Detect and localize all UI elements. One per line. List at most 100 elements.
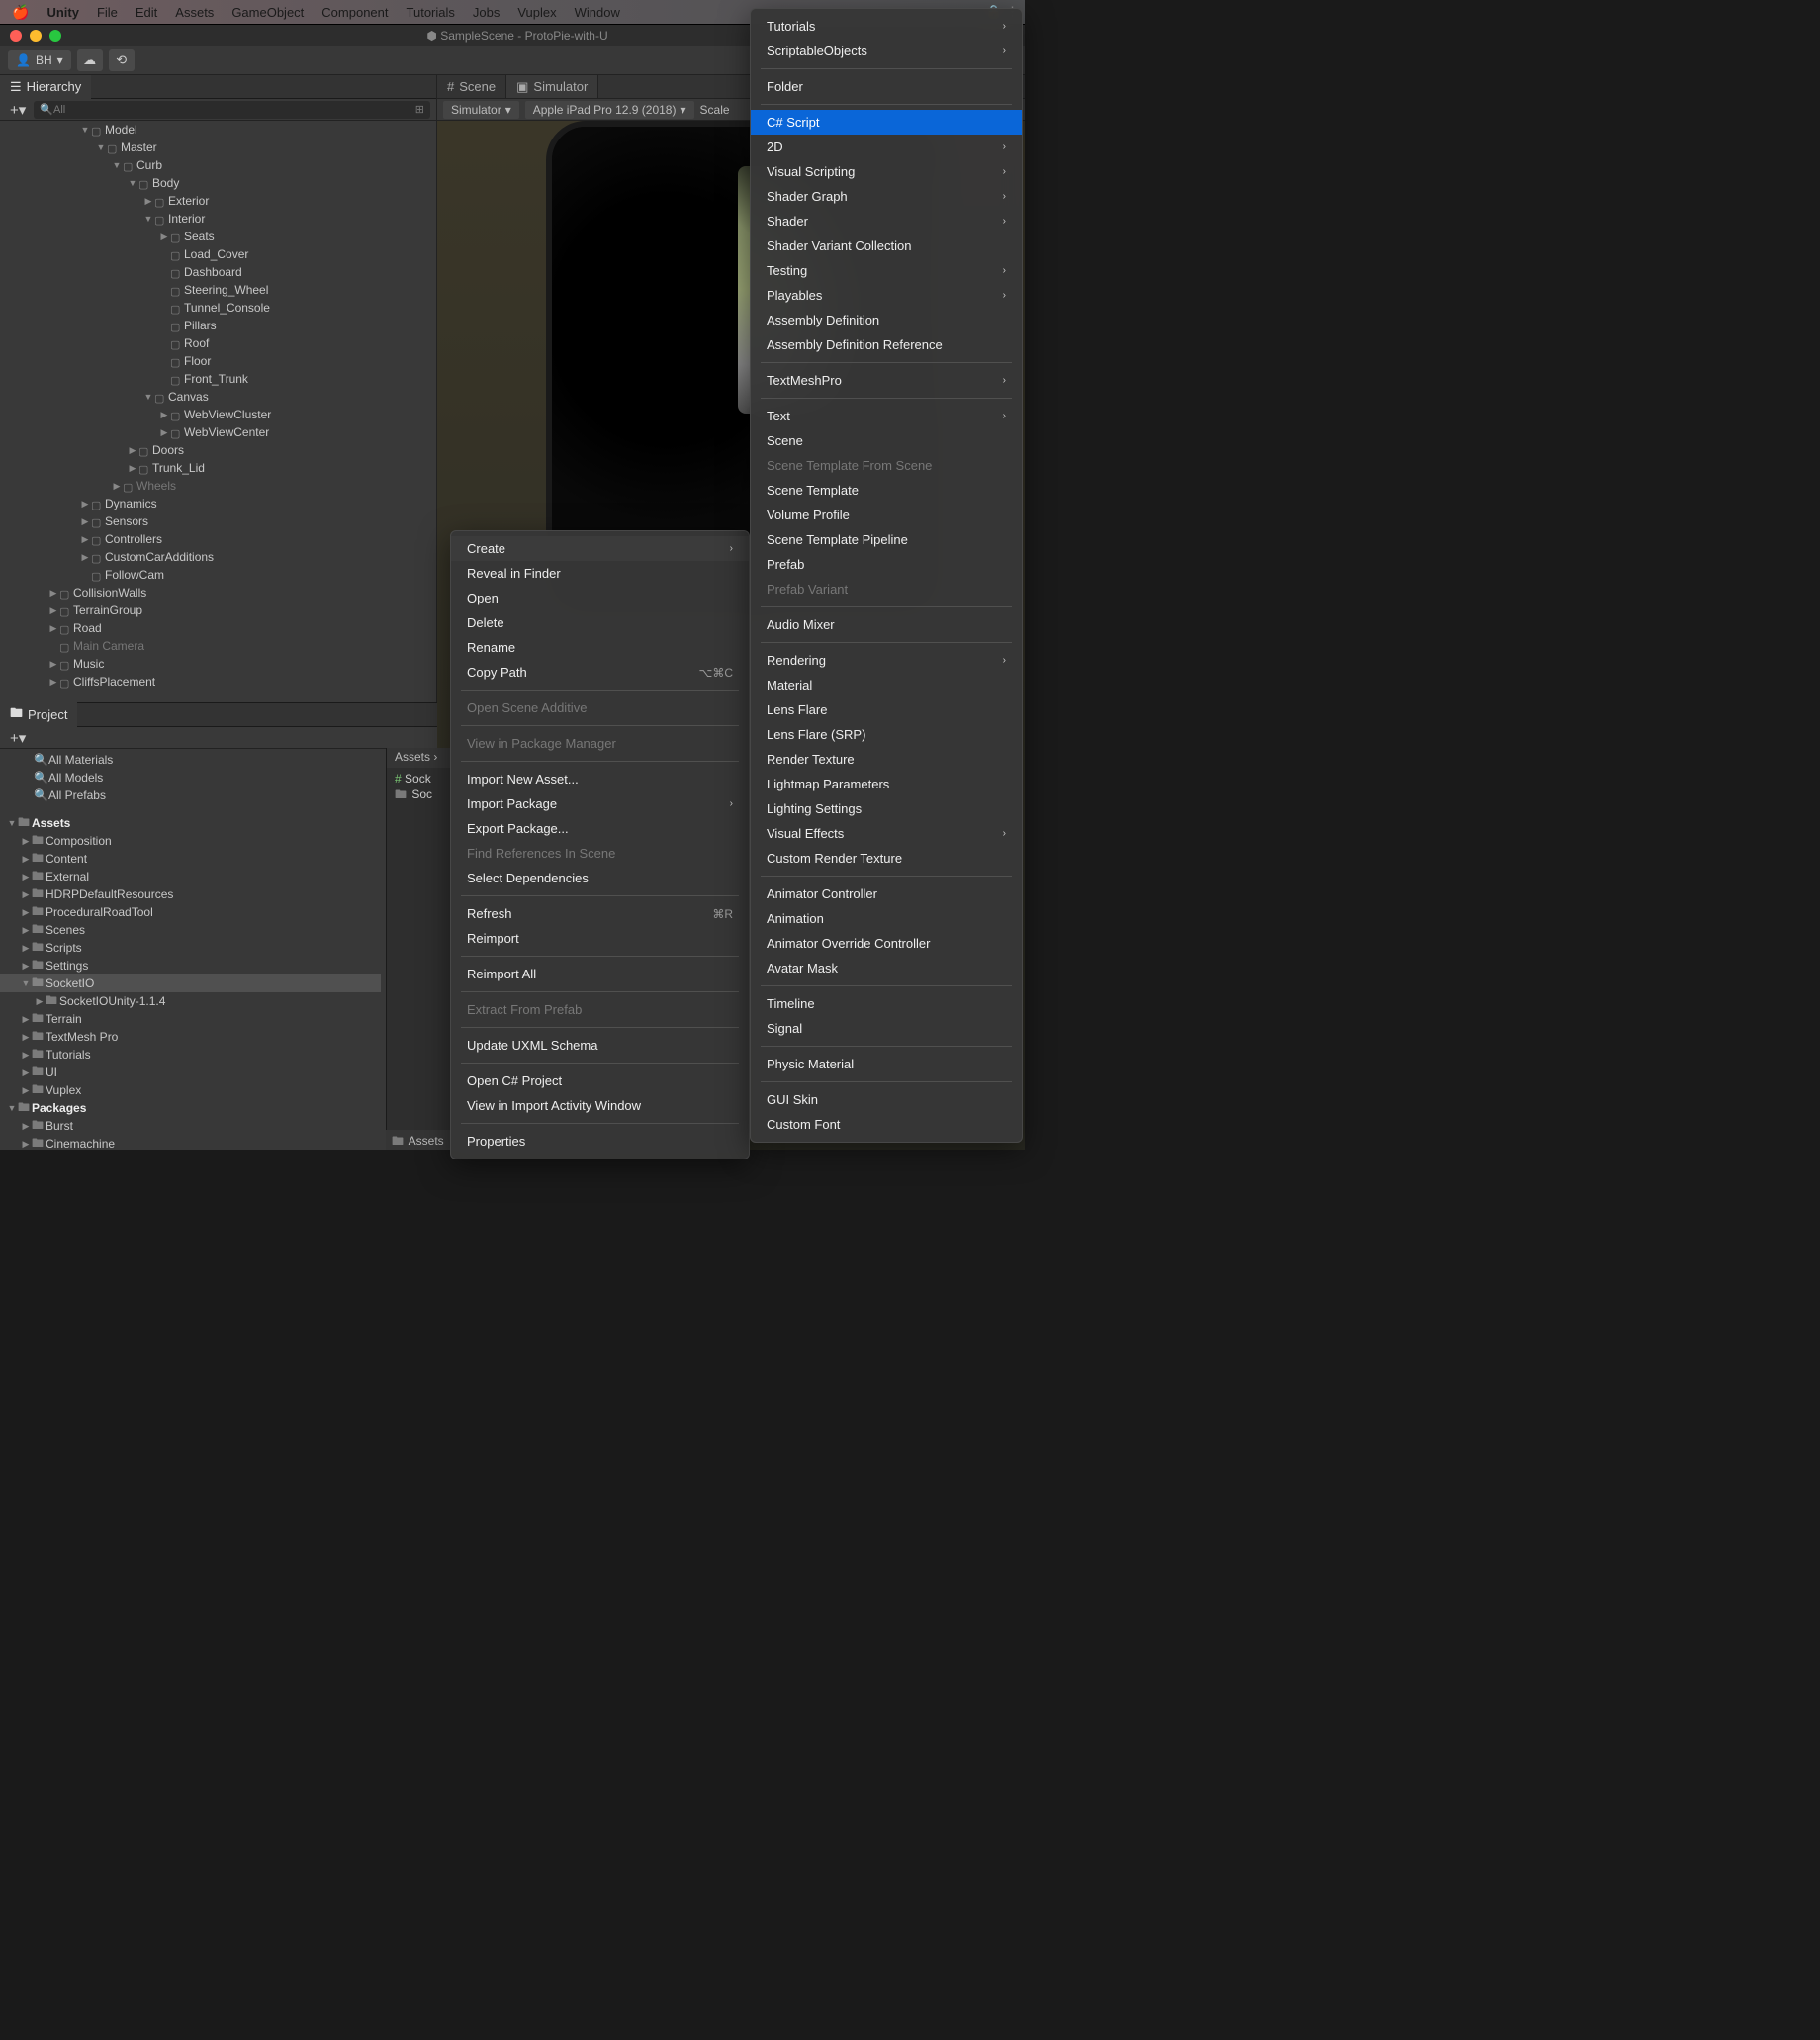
hierarchy-item[interactable]: Roof bbox=[0, 334, 436, 352]
menu-item[interactable]: Animation bbox=[751, 906, 1022, 931]
hierarchy-item[interactable]: Controllers bbox=[0, 530, 436, 548]
project-item[interactable]: Content bbox=[0, 850, 381, 868]
menu-item[interactable]: Create› bbox=[451, 536, 749, 561]
expand-arrow-icon[interactable] bbox=[142, 214, 154, 224]
expand-arrow-icon[interactable] bbox=[79, 499, 91, 510]
menu-item[interactable]: Scene Template Pipeline bbox=[751, 527, 1022, 552]
menu-item[interactable]: Shader Variant Collection bbox=[751, 233, 1022, 258]
project-item[interactable]: UI bbox=[0, 1064, 381, 1081]
project-context-menu[interactable]: Create›Reveal in FinderOpenDeleteRenameC… bbox=[450, 530, 750, 1159]
menubar-edit[interactable]: Edit bbox=[136, 5, 157, 20]
project-item[interactable]: Settings bbox=[0, 957, 381, 974]
menu-item[interactable]: Update UXML Schema bbox=[451, 1033, 749, 1058]
menu-item[interactable]: Delete bbox=[451, 610, 749, 635]
project-item[interactable]: 🔍 All Models bbox=[0, 769, 381, 787]
hierarchy-item[interactable]: Dashboard bbox=[0, 263, 436, 281]
project-item[interactable]: Terrain bbox=[0, 1010, 381, 1028]
menu-item[interactable]: TextMeshPro› bbox=[751, 368, 1022, 393]
menu-item[interactable]: Testing› bbox=[751, 258, 1022, 283]
project-item[interactable]: Vuplex bbox=[0, 1081, 381, 1099]
hierarchy-item[interactable]: Wheels bbox=[0, 477, 436, 495]
assets-file-list[interactable]: # Sock Soc bbox=[387, 768, 450, 810]
expand-arrow-icon[interactable] bbox=[79, 125, 91, 135]
menu-item[interactable]: Lens Flare bbox=[751, 697, 1022, 722]
menu-item[interactable]: Audio Mixer bbox=[751, 612, 1022, 637]
expand-arrow-icon[interactable] bbox=[20, 889, 32, 900]
project-item[interactable]: Tutorials bbox=[0, 1046, 381, 1064]
menu-item[interactable]: GUI Skin bbox=[751, 1087, 1022, 1112]
expand-arrow-icon[interactable] bbox=[79, 534, 91, 545]
hierarchy-item[interactable]: Music bbox=[0, 655, 436, 673]
menu-item[interactable]: Animator Controller bbox=[751, 881, 1022, 906]
hierarchy-item[interactable]: WebViewCenter bbox=[0, 423, 436, 441]
expand-arrow-icon[interactable] bbox=[47, 588, 59, 599]
simulator-dropdown[interactable]: Simulator▾ bbox=[443, 101, 519, 119]
menu-item[interactable]: View in Import Activity Window bbox=[451, 1093, 749, 1118]
expand-arrow-icon[interactable] bbox=[127, 445, 138, 456]
menu-item[interactable]: Select Dependencies bbox=[451, 866, 749, 890]
menu-item[interactable]: Lighting Settings bbox=[751, 796, 1022, 821]
hierarchy-item[interactable]: Model bbox=[0, 121, 436, 139]
minimize-window-button[interactable] bbox=[30, 30, 42, 42]
maximize-window-button[interactable] bbox=[49, 30, 61, 42]
add-gameobject-button[interactable]: +▾ bbox=[6, 101, 30, 119]
menubar-gameobject[interactable]: GameObject bbox=[231, 5, 304, 20]
menu-item[interactable]: Volume Profile bbox=[751, 503, 1022, 527]
project-item[interactable]: Packages bbox=[0, 1099, 381, 1117]
expand-arrow-icon[interactable] bbox=[20, 1085, 32, 1096]
project-item[interactable]: SocketIOUnity-1.1.4 bbox=[0, 992, 381, 1010]
project-item[interactable]: Cinemachine bbox=[0, 1135, 381, 1150]
menu-item[interactable]: Visual Effects› bbox=[751, 821, 1022, 846]
hierarchy-item[interactable]: Curb bbox=[0, 156, 436, 174]
expand-arrow-icon[interactable] bbox=[20, 943, 32, 954]
expand-arrow-icon[interactable] bbox=[6, 1103, 18, 1113]
expand-arrow-icon[interactable] bbox=[6, 818, 18, 828]
hierarchy-item[interactable]: Steering_Wheel bbox=[0, 281, 436, 299]
expand-arrow-icon[interactable] bbox=[34, 996, 46, 1007]
project-item[interactable]: Burst bbox=[0, 1117, 381, 1135]
menu-item[interactable]: Signal bbox=[751, 1016, 1022, 1041]
menubar-jobs[interactable]: Jobs bbox=[473, 5, 500, 20]
expand-arrow-icon[interactable] bbox=[95, 142, 107, 152]
menubar-window[interactable]: Window bbox=[575, 5, 620, 20]
hierarchy-item[interactable]: FollowCam bbox=[0, 566, 436, 584]
menu-item[interactable]: Avatar Mask bbox=[751, 956, 1022, 980]
expand-arrow-icon[interactable] bbox=[158, 232, 170, 242]
menu-item[interactable]: Text› bbox=[751, 404, 1022, 428]
expand-arrow-icon[interactable] bbox=[111, 481, 123, 492]
menu-item[interactable]: Lens Flare (SRP) bbox=[751, 722, 1022, 747]
project-tab[interactable]: 🖿 Project bbox=[0, 700, 77, 730]
menu-item[interactable]: Open C# Project bbox=[451, 1068, 749, 1093]
project-tree[interactable]: 🔍 All Materials🔍 All Models🔍 All Prefabs… bbox=[0, 749, 381, 1150]
expand-arrow-icon[interactable] bbox=[142, 392, 154, 402]
menu-item[interactable]: Scene Template bbox=[751, 478, 1022, 503]
hierarchy-item[interactable]: Main Camera bbox=[0, 637, 436, 655]
menu-item[interactable]: Physic Material bbox=[751, 1052, 1022, 1076]
hierarchy-item[interactable]: Tunnel_Console bbox=[0, 299, 436, 317]
menu-item[interactable]: Rendering› bbox=[751, 648, 1022, 673]
apple-logo-icon[interactable]: 🍎 bbox=[12, 4, 29, 21]
expand-arrow-icon[interactable] bbox=[20, 1121, 32, 1132]
project-item[interactable]: ProceduralRoadTool bbox=[0, 903, 381, 921]
filter-icon[interactable]: ⊞ bbox=[415, 103, 424, 116]
project-item[interactable]: Scenes bbox=[0, 921, 381, 939]
menu-item[interactable]: Folder bbox=[751, 74, 1022, 99]
hierarchy-item[interactable]: Canvas bbox=[0, 388, 436, 406]
hierarchy-item[interactable]: Master bbox=[0, 139, 436, 156]
expand-arrow-icon[interactable] bbox=[47, 677, 59, 688]
menubar-file[interactable]: File bbox=[97, 5, 118, 20]
project-item[interactable]: Scripts bbox=[0, 939, 381, 957]
menubar-tutorials[interactable]: Tutorials bbox=[407, 5, 455, 20]
project-item[interactable]: SocketIO bbox=[0, 974, 381, 992]
menu-item[interactable]: Playables› bbox=[751, 283, 1022, 308]
menu-item[interactable]: Custom Render Texture bbox=[751, 846, 1022, 871]
menu-item[interactable]: Material bbox=[751, 673, 1022, 697]
menu-item[interactable]: Scene bbox=[751, 428, 1022, 453]
menu-item[interactable]: Properties bbox=[451, 1129, 749, 1154]
menu-item[interactable]: Visual Scripting› bbox=[751, 159, 1022, 184]
tab-scene[interactable]: #Scene bbox=[437, 75, 506, 98]
hierarchy-item[interactable]: Sensors bbox=[0, 512, 436, 530]
device-dropdown[interactable]: Apple iPad Pro 12.9 (2018)▾ bbox=[525, 101, 694, 119]
menu-item[interactable]: Copy Path⌥⌘C bbox=[451, 660, 749, 685]
menubar-app[interactable]: Unity bbox=[46, 5, 79, 20]
